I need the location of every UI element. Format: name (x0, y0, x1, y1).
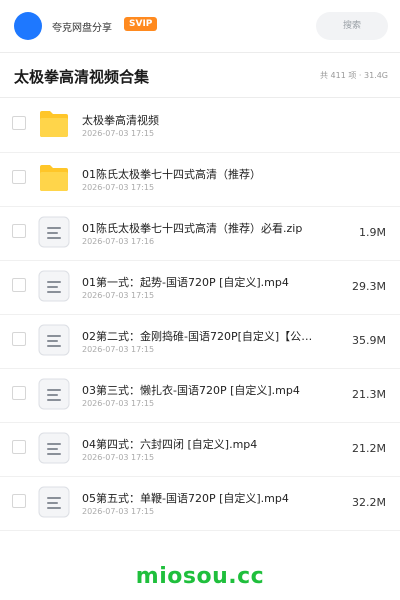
brand-watermark: miosou.cc (135, 564, 265, 589)
row-checkbox[interactable] (12, 494, 26, 508)
list-item[interactable]: 03第三式：懒扎衣-国语720P [自定义].mp4 2026-07-03 17… (0, 368, 400, 423)
file-date: 2026-07-03 17:15 (82, 291, 155, 300)
folder-icon (40, 165, 68, 191)
file-icon (38, 216, 70, 248)
file-date: 2026-07-03 17:15 (82, 183, 155, 192)
file-name: 04第四式：六封四闭 [自定义].mp4 (82, 438, 258, 451)
file-name: 01陈氏太极拳七十四式高清（推荐）必看.zip (82, 222, 303, 235)
file-icon (38, 378, 70, 410)
page-title: 太极拳高清视频合集 (14, 68, 150, 86)
file-date: 2026-07-03 17:15 (82, 129, 155, 138)
list-item[interactable]: 02第二式：金刚捣碓-国语720P[自定义]【公众… 2026-07-03 17… (0, 314, 400, 369)
item-count: 共 411 项 · 31.4G (320, 71, 388, 80)
list-item[interactable]: 太极拳高清视频 2026-07-03 17:15 (0, 98, 400, 153)
row-checkbox[interactable] (12, 170, 26, 184)
file-icon (38, 324, 70, 356)
file-size: 32.2M (352, 496, 386, 509)
svip-badge: SVIP (124, 17, 158, 31)
list-item[interactable]: 01陈氏太极拳七十四式高清（推荐） 2026-07-03 17:15 (0, 152, 400, 207)
file-date: 2026-07-03 17:15 (82, 453, 155, 462)
username: 夸克网盘分享 (52, 23, 112, 34)
file-name: 02第二式：金刚捣碓-国语720P[自定义]【公众… (82, 330, 322, 343)
file-size: 29.3M (352, 280, 386, 293)
row-checkbox[interactable] (12, 332, 26, 346)
file-icon (38, 270, 70, 302)
file-list: 太极拳高清视频 2026-07-03 17:15 01陈氏太极拳七十四式高清（推… (0, 98, 400, 550)
file-icon (38, 486, 70, 518)
row-checkbox[interactable] (12, 440, 26, 454)
file-size: 1.9M (359, 226, 386, 239)
row-checkbox[interactable] (12, 278, 26, 292)
row-checkbox[interactable] (12, 116, 26, 130)
file-name: 01第一式：起势-国语720P [自定义].mp4 (82, 276, 289, 289)
row-checkbox[interactable] (12, 224, 26, 238)
top-bar: 夸克网盘分享 SVIP 搜索 (0, 0, 400, 53)
search-input[interactable]: 搜索 (316, 12, 388, 40)
file-size: 21.2M (352, 442, 386, 455)
page-header: 太极拳高清视频合集 共 411 项 · 31.4G (0, 53, 400, 98)
file-date: 2026-07-03 17:16 (82, 237, 155, 246)
file-date: 2026-07-03 17:15 (82, 345, 155, 354)
file-size: 35.9M (352, 334, 386, 347)
footer: miosou.cc (0, 550, 400, 600)
file-date: 2026-07-03 17:15 (82, 507, 155, 516)
list-item[interactable]: 04第四式：六封四闭 [自定义].mp4 2026-07-03 17:15 21… (0, 422, 400, 477)
file-name: 03第三式：懒扎衣-国语720P [自定义].mp4 (82, 384, 300, 397)
list-item[interactable]: 01陈氏太极拳七十四式高清（推荐）必看.zip 2026-07-03 17:16… (0, 206, 400, 261)
list-item[interactable]: 01第一式：起势-国语720P [自定义].mp4 2026-07-03 17:… (0, 260, 400, 315)
file-name: 05第五式：单鞭-国语720P [自定义].mp4 (82, 492, 289, 505)
avatar[interactable] (14, 12, 42, 40)
file-name: 01陈氏太极拳七十四式高清（推荐） (82, 168, 261, 181)
folder-icon (40, 111, 68, 137)
file-size: 21.3M (352, 388, 386, 401)
file-date: 2026-07-03 17:15 (82, 399, 155, 408)
file-icon (38, 432, 70, 464)
file-name: 太极拳高清视频 (82, 114, 159, 127)
list-item[interactable]: 05第五式：单鞭-国语720P [自定义].mp4 2026-07-03 17:… (0, 476, 400, 531)
row-checkbox[interactable] (12, 386, 26, 400)
